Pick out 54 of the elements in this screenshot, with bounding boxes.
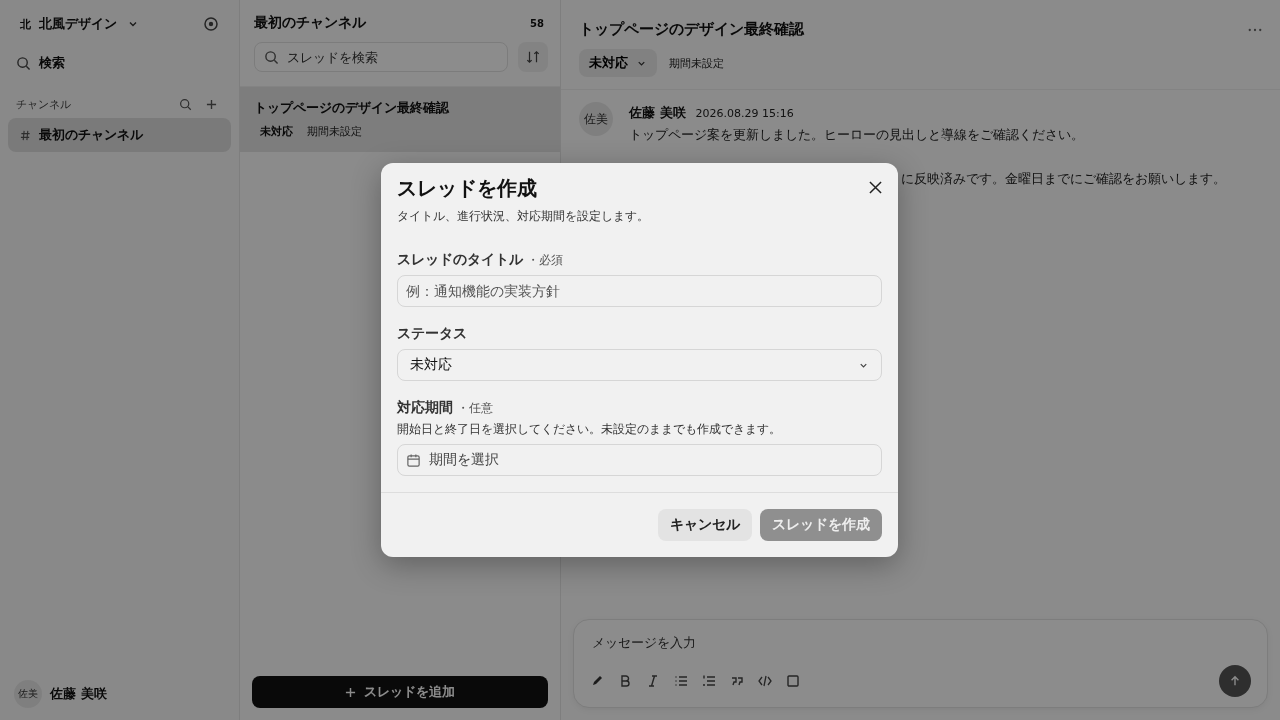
field-note: ・必須 <box>527 252 563 269</box>
message-composer[interactable]: メッセージを入力 <box>573 619 1268 708</box>
bold-icon[interactable] <box>618 674 632 688</box>
calendar-icon <box>406 452 421 468</box>
search-icon[interactable] <box>179 97 192 111</box>
plus-icon[interactable] <box>206 98 217 110</box>
field-note: ・任意 <box>457 400 493 417</box>
status-select[interactable]: 未対応 <box>397 349 882 381</box>
author-avatar: 佐美 <box>579 102 613 136</box>
thread-search-field[interactable]: スレッドを検索 <box>254 42 508 72</box>
more-icon[interactable] <box>1248 27 1262 32</box>
field-help: 開始日と終了日を選択してください。未設定のままでも作成できます。 <box>397 421 782 438</box>
hash-icon <box>20 129 31 141</box>
list-icon[interactable] <box>674 674 688 688</box>
search-link[interactable]: 検索 <box>8 48 231 78</box>
channel-item[interactable]: 最初のチャンネル <box>8 118 231 152</box>
thread-item[interactable]: トップページのデザイン最終確認 未対応 期間未設定 <box>240 87 560 152</box>
field-label: 対応期間 <box>397 399 453 417</box>
italic-icon[interactable] <box>646 674 660 688</box>
sort-icon <box>526 50 540 64</box>
field-label: スレッドのタイトル <box>397 251 523 269</box>
period-text: 期間未設定 <box>669 55 724 71</box>
arrow-up-icon <box>1229 675 1241 687</box>
status-dropdown[interactable]: 未対応 <box>579 49 657 77</box>
message-text: トップページ案を更新しました。ヒーローの見出しと導線をご確認ください。 <box>629 126 1084 144</box>
period-picker-field[interactable]: 期間を選択 <box>397 444 882 476</box>
dialog-title: スレッドを作成 <box>397 175 538 202</box>
code-icon[interactable] <box>758 674 772 688</box>
plus-icon <box>345 686 356 698</box>
author-name: 佐藤 美咲 <box>629 105 686 120</box>
pen-icon[interactable] <box>590 674 604 688</box>
title-input-field[interactable]: 例：通知機能の実装方針 <box>397 275 882 307</box>
frame-icon[interactable] <box>786 674 800 688</box>
channel-title: 最初のチャンネル <box>254 14 366 32</box>
dialog-subtitle: タイトル、進行状況、対応期間を設定します。 <box>397 208 649 225</box>
close-icon[interactable] <box>869 181 882 194</box>
numbered-list-icon[interactable] <box>702 674 716 688</box>
quote-icon[interactable] <box>730 674 744 688</box>
workspace-name[interactable]: 北風デザイン <box>39 15 117 33</box>
member-count: 58 <box>530 17 544 29</box>
search-icon <box>16 55 31 71</box>
sort-button[interactable] <box>518 42 548 72</box>
add-thread-button[interactable]: スレッドを追加 <box>252 676 548 708</box>
section-heading: チャンネル <box>16 96 72 112</box>
send-button[interactable] <box>1219 665 1251 697</box>
message-input[interactable]: メッセージを入力 <box>590 634 1255 651</box>
thread-title: トップページのデザイン最終確認 <box>579 20 804 39</box>
cancel-button[interactable]: キャンセル <box>658 509 752 541</box>
message-time: 2026.08.29 15:16 <box>695 107 794 120</box>
message-text: に反映済みです。金曜日までにご確認をお願いします。 <box>901 171 1226 186</box>
user-name: 佐藤 美咲 <box>50 685 107 703</box>
field-label: ステータス <box>397 325 467 343</box>
user-avatar: 佐美 <box>14 680 42 708</box>
workspace-initial: 北 <box>20 16 31 32</box>
